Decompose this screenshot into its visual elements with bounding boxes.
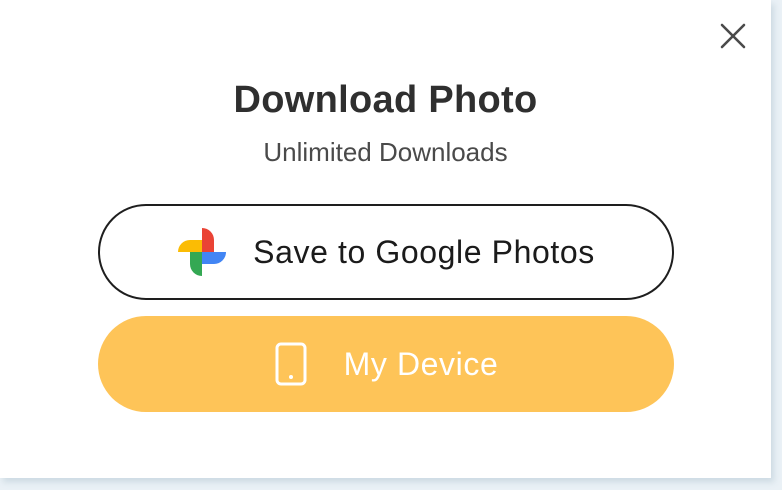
save-to-google-photos-label: Save to Google Photos	[253, 234, 595, 270]
close-icon	[720, 23, 746, 49]
google-photos-icon	[177, 227, 227, 277]
phone-icon	[274, 342, 308, 386]
dialog-title: Download Photo	[233, 79, 538, 121]
my-device-button[interactable]: My Device	[98, 316, 674, 412]
dialog-subtitle: Unlimited Downloads	[263, 137, 508, 167]
close-button[interactable]	[716, 19, 750, 53]
save-to-google-photos-button[interactable]: Save to Google Photos	[98, 204, 674, 300]
my-device-label: My Device	[343, 346, 499, 382]
download-photo-dialog: Download Photo Unlimited Downloads Save …	[0, 0, 771, 478]
